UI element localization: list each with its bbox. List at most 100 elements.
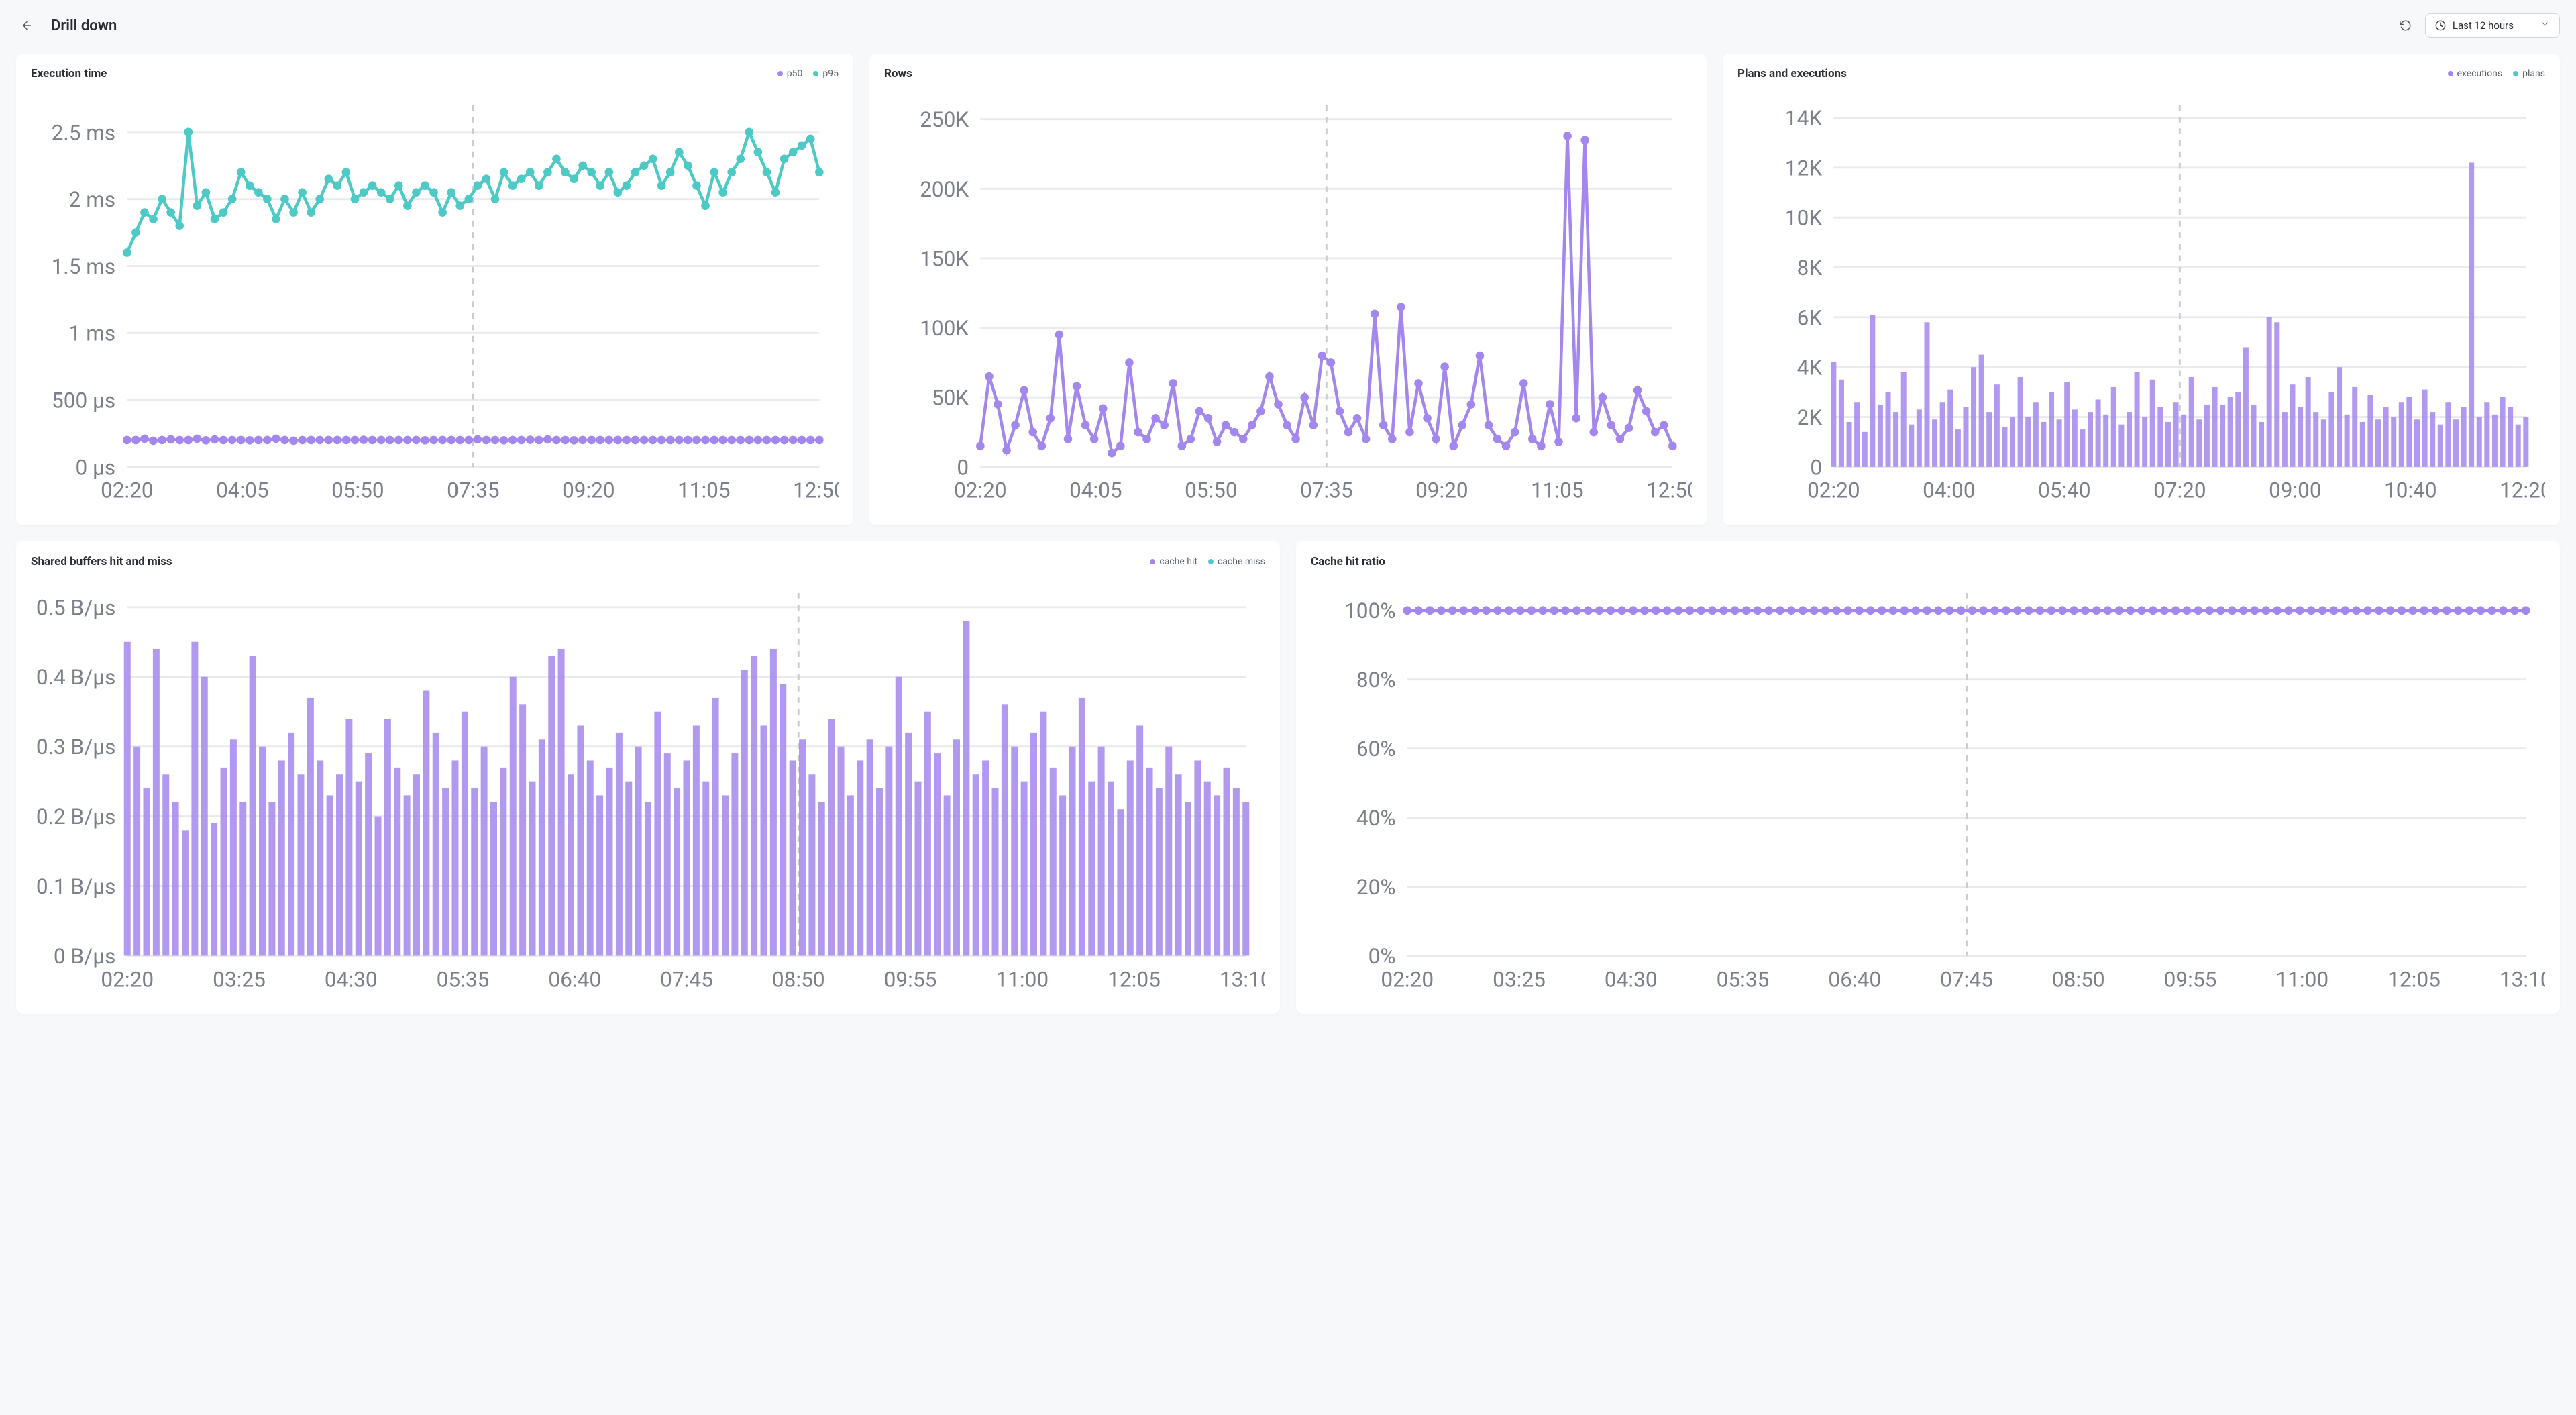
cache-hit-ratio-chart[interactable]: 0%20%40%60%80%100%02:2003:2504:3005:3506… [1311, 578, 2545, 1002]
svg-text:50K: 50K [932, 386, 969, 411]
arrow-left-icon [21, 19, 33, 32]
back-button[interactable] [16, 15, 38, 36]
svg-text:05:50: 05:50 [1185, 478, 1237, 503]
svg-text:10K: 10K [1785, 206, 1822, 231]
svg-text:02:20: 02:20 [1381, 967, 1434, 992]
chart-legend: p50 p95 [777, 68, 839, 79]
svg-text:12:05: 12:05 [1108, 967, 1161, 992]
chart-legend: executions plans [2448, 68, 2545, 79]
legend-item[interactable]: cache hit [1150, 556, 1197, 567]
svg-text:0.1 B/μs: 0.1 B/μs [36, 874, 116, 899]
chart-title: Shared buffers hit and miss [31, 555, 172, 568]
svg-text:200K: 200K [920, 177, 969, 202]
svg-text:04:30: 04:30 [325, 967, 378, 992]
legend-label: cache hit [1159, 556, 1197, 567]
svg-text:40%: 40% [1356, 806, 1396, 831]
svg-text:0 μs: 0 μs [75, 455, 115, 480]
chevron-down-icon [2540, 19, 2550, 32]
svg-text:500 μs: 500 μs [52, 388, 115, 413]
svg-text:05:35: 05:35 [1717, 967, 1770, 992]
svg-text:11:00: 11:00 [996, 967, 1049, 992]
svg-text:08:50: 08:50 [772, 967, 825, 992]
plans-executions-chart[interactable]: 02K4K6K8K10K12K14K02:2004:0005:4007:2009… [1737, 90, 2545, 513]
svg-text:4K: 4K [1797, 356, 1823, 380]
legend-item[interactable]: plans [2513, 68, 2545, 79]
legend-label: cache miss [1218, 556, 1265, 567]
legend-dot-icon [813, 71, 818, 76]
svg-text:250K: 250K [920, 107, 969, 132]
svg-text:09:55: 09:55 [884, 967, 937, 992]
svg-text:11:05: 11:05 [678, 478, 730, 503]
svg-text:0: 0 [957, 455, 969, 480]
svg-text:06:40: 06:40 [548, 967, 601, 992]
refresh-button[interactable] [2394, 14, 2417, 37]
svg-text:12K: 12K [1785, 156, 1822, 180]
card-execution-time: Execution time p50p95 0 μs500 μs1 ms1.5 … [16, 54, 853, 525]
chart-legend: cache hit cache miss [1150, 556, 1265, 567]
svg-text:13:10: 13:10 [1220, 967, 1265, 992]
chart-title: Cache hit ratio [1311, 555, 1385, 568]
svg-text:100%: 100% [1344, 598, 1395, 623]
svg-text:06:40: 06:40 [1828, 967, 1881, 992]
svg-text:150K: 150K [920, 246, 969, 271]
svg-text:09:20: 09:20 [1415, 478, 1468, 503]
chart-grid-row2: Shared buffers hit and miss cache hitcac… [16, 541, 2560, 1014]
svg-text:07:35: 07:35 [447, 478, 499, 503]
svg-text:11:00: 11:00 [2275, 967, 2328, 992]
svg-text:08:50: 08:50 [2052, 967, 2105, 992]
svg-text:02:20: 02:20 [954, 478, 1006, 503]
svg-text:07:45: 07:45 [660, 967, 713, 992]
svg-text:09:00: 09:00 [2269, 478, 2321, 503]
svg-text:6K: 6K [1797, 305, 1823, 330]
svg-text:0.3 B/μs: 0.3 B/μs [36, 735, 116, 759]
chart-title: Rows [884, 67, 912, 81]
svg-text:05:40: 05:40 [2038, 478, 2090, 503]
svg-text:100K: 100K [920, 316, 969, 341]
chart-title: Plans and executions [1737, 67, 1847, 81]
svg-text:07:35: 07:35 [1300, 478, 1352, 503]
svg-text:2.5 ms: 2.5 ms [52, 120, 115, 145]
svg-text:13:10: 13:10 [2500, 967, 2545, 992]
legend-label: plans [2522, 68, 2545, 79]
svg-text:0.5 B/μs: 0.5 B/μs [36, 595, 116, 620]
legend-item[interactable]: p50 [777, 68, 803, 79]
refresh-icon [2400, 19, 2412, 32]
svg-text:2 ms: 2 ms [69, 187, 115, 212]
page-title: Drill down [51, 17, 117, 34]
svg-text:0.2 B/μs: 0.2 B/μs [36, 804, 116, 829]
svg-text:05:35: 05:35 [437, 967, 490, 992]
legend-dot-icon [777, 71, 783, 76]
legend-item[interactable]: executions [2448, 68, 2503, 79]
rows-chart[interactable]: 0 50K 100K 150K 200K 250K 02:20 04:05 05:50 07:35… [884, 90, 1692, 513]
execution-time-chart[interactable]: 0 μs500 μs1 ms1.5 ms2 ms2.5 ms02:2004:05… [31, 90, 839, 513]
svg-text:04:00: 04:00 [1923, 478, 1975, 503]
legend-dot-icon [1208, 559, 1214, 564]
shared-buffers-chart[interactable]: 0 B/μs0.1 B/μs0.2 B/μs0.3 B/μs0.4 B/μs0.… [31, 578, 1265, 1002]
svg-text:07:45: 07:45 [1940, 967, 1993, 992]
svg-text:80%: 80% [1356, 668, 1396, 692]
legend-item[interactable]: p95 [813, 68, 839, 79]
svg-text:12:50: 12:50 [1646, 478, 1692, 503]
card-plans-executions: Plans and executions executionsplans 02K… [1723, 54, 2560, 525]
svg-text:12:50: 12:50 [793, 478, 839, 503]
legend-label: p50 [787, 68, 803, 79]
legend-dot-icon [2513, 71, 2518, 76]
legend-item[interactable]: cache miss [1208, 556, 1265, 567]
svg-text:04:05: 04:05 [216, 478, 268, 503]
svg-text:8K: 8K [1797, 256, 1823, 280]
legend-dot-icon [2448, 71, 2453, 76]
svg-text:02:20: 02:20 [101, 967, 154, 992]
card-cache-hit-ratio: Cache hit ratio 0%20%40%60%80%100%02:200… [1296, 541, 2560, 1014]
svg-text:04:30: 04:30 [1605, 967, 1658, 992]
legend-label: executions [2457, 68, 2503, 79]
svg-text:02:20: 02:20 [1807, 478, 1860, 503]
svg-text:04:05: 04:05 [1069, 478, 1122, 503]
svg-text:03:25: 03:25 [213, 967, 266, 992]
time-range-selector[interactable]: Last 12 hours [2425, 13, 2560, 38]
svg-text:14K: 14K [1785, 106, 1822, 131]
svg-text:09:20: 09:20 [562, 478, 614, 503]
svg-text:12:20: 12:20 [2500, 478, 2545, 503]
svg-text:09:55: 09:55 [2164, 967, 2217, 992]
svg-text:1 ms: 1 ms [69, 321, 115, 346]
time-range-label: Last 12 hours [2453, 19, 2514, 32]
